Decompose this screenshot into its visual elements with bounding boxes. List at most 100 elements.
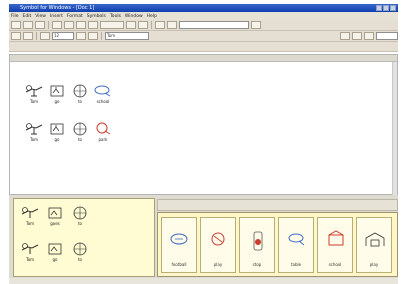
window-title: Symbol for Windows - [Doc 1] bbox=[20, 5, 95, 11]
person-pointing-icon bbox=[21, 243, 39, 254]
align-right-button[interactable] bbox=[364, 32, 374, 40]
doc-symbol[interactable]: go bbox=[46, 83, 68, 109]
menu-view[interactable]: View bbox=[35, 14, 46, 19]
status-bar bbox=[9, 278, 398, 284]
stop-bottle-icon bbox=[253, 231, 263, 251]
doc-symbol[interactable]: Tom bbox=[23, 121, 45, 147]
grid-symbol[interactable]: goes bbox=[44, 205, 66, 231]
document-window: Tom go to school Tom go to park bbox=[9, 54, 398, 195]
menu-tools[interactable]: Tools bbox=[110, 14, 121, 19]
copy-button[interactable] bbox=[76, 21, 86, 29]
close-button[interactable] bbox=[390, 5, 396, 11]
menu-help[interactable]: Help bbox=[147, 14, 157, 19]
toolbar-separator bbox=[101, 32, 102, 40]
maximize-button[interactable] bbox=[383, 5, 389, 11]
card-label: table bbox=[290, 262, 302, 267]
font-size-value: 12 bbox=[54, 33, 60, 38]
person-pointing-icon bbox=[25, 123, 43, 135]
doc-symbol[interactable]: school bbox=[92, 83, 114, 109]
doc-symbol[interactable]: to bbox=[69, 121, 91, 147]
document-titlebar bbox=[10, 55, 397, 62]
color-button[interactable] bbox=[76, 32, 86, 40]
symbol-label: to bbox=[77, 137, 82, 142]
play-icon bbox=[211, 232, 225, 246]
zoom-select[interactable] bbox=[376, 32, 398, 40]
vertical-scrollbar[interactable] bbox=[392, 62, 397, 195]
menu-insert[interactable]: Insert bbox=[50, 14, 63, 19]
school-blue-icon bbox=[94, 85, 111, 97]
symbol-card[interactable]: play bbox=[200, 217, 236, 273]
bold-button[interactable] bbox=[155, 21, 165, 29]
symbol-label: to bbox=[77, 257, 82, 262]
minimize-button[interactable] bbox=[376, 5, 382, 11]
search-go-button[interactable] bbox=[251, 21, 261, 29]
doc-symbol[interactable]: to bbox=[69, 83, 91, 109]
menu-window[interactable]: Window bbox=[125, 14, 143, 19]
symbol-card[interactable]: football bbox=[161, 217, 197, 273]
grid-symbol[interactable]: to bbox=[69, 205, 91, 231]
italic-button[interactable] bbox=[167, 21, 177, 29]
cut-button[interactable] bbox=[64, 21, 74, 29]
park-red-icon bbox=[96, 122, 111, 135]
menu-format[interactable]: Format bbox=[67, 14, 83, 19]
font-size-input[interactable]: 12 bbox=[52, 32, 74, 40]
window-controls bbox=[376, 5, 396, 11]
symbol-label: go bbox=[52, 257, 58, 262]
toolbar-separator bbox=[48, 21, 49, 29]
grid-button[interactable] bbox=[88, 32, 98, 40]
paste-button[interactable] bbox=[88, 21, 98, 29]
align-left-button[interactable] bbox=[340, 32, 350, 40]
symbol-card[interactable]: table bbox=[278, 217, 314, 273]
grid-symbol[interactable]: Tom bbox=[19, 241, 41, 267]
walking-icon bbox=[48, 207, 62, 219]
card-label: play bbox=[369, 262, 379, 267]
symbol-label: goes bbox=[50, 221, 60, 226]
title-bar: Symbol for Windows - [Doc 1] bbox=[9, 4, 398, 12]
search-field[interactable] bbox=[179, 21, 249, 29]
symbol-label: to bbox=[77, 221, 82, 226]
menu-edit[interactable]: Edit bbox=[23, 14, 32, 19]
symbol-label: go bbox=[54, 99, 60, 104]
symbol-card[interactable]: school bbox=[317, 217, 353, 273]
football-icon bbox=[170, 233, 188, 245]
doc-symbol[interactable]: park bbox=[92, 121, 114, 147]
open-button[interactable] bbox=[23, 21, 33, 29]
symbol-label: Tom bbox=[29, 137, 39, 142]
align-center-button[interactable] bbox=[352, 32, 362, 40]
walking-icon bbox=[48, 243, 62, 255]
undo-button[interactable] bbox=[126, 21, 136, 29]
card-panel-header bbox=[157, 199, 398, 211]
menu-symbols[interactable]: Symbols bbox=[87, 14, 106, 19]
symbol-card[interactable]: play bbox=[356, 217, 392, 273]
menu-file[interactable]: File bbox=[11, 14, 19, 19]
save-button[interactable] bbox=[35, 21, 45, 29]
grid-symbol[interactable]: to bbox=[69, 241, 91, 267]
symbol-label: go bbox=[54, 137, 60, 142]
zoom-button[interactable] bbox=[40, 32, 50, 40]
print-button[interactable] bbox=[52, 21, 62, 29]
symbol-field[interactable]: Tom bbox=[105, 32, 149, 40]
card-label: school bbox=[328, 262, 342, 267]
school-icon bbox=[328, 230, 344, 246]
new-doc-button[interactable] bbox=[11, 21, 21, 29]
card-label: play bbox=[213, 262, 223, 267]
symbol-tool-button[interactable] bbox=[100, 21, 124, 29]
grid-symbol[interactable]: go bbox=[44, 241, 66, 267]
person-pointing-icon bbox=[21, 207, 39, 218]
style2-button[interactable] bbox=[23, 32, 33, 40]
symbol-label: Tom bbox=[25, 221, 35, 226]
playground-icon bbox=[365, 232, 385, 247]
walking-icon bbox=[50, 123, 64, 135]
symbol-card[interactable]: stop bbox=[239, 217, 275, 273]
symbol-label: park bbox=[98, 137, 108, 142]
style-button[interactable] bbox=[11, 32, 21, 40]
doc-symbol[interactable]: go bbox=[46, 121, 68, 147]
table-icon bbox=[288, 233, 305, 246]
symbol-field-value: Tom bbox=[107, 33, 116, 38]
doc-symbol[interactable]: Tom bbox=[23, 83, 45, 109]
walking-icon bbox=[50, 85, 64, 97]
globe-icon bbox=[73, 206, 87, 220]
redo-button[interactable] bbox=[138, 21, 148, 29]
globe-icon bbox=[73, 122, 87, 136]
grid-symbol[interactable]: Tom bbox=[19, 205, 41, 231]
